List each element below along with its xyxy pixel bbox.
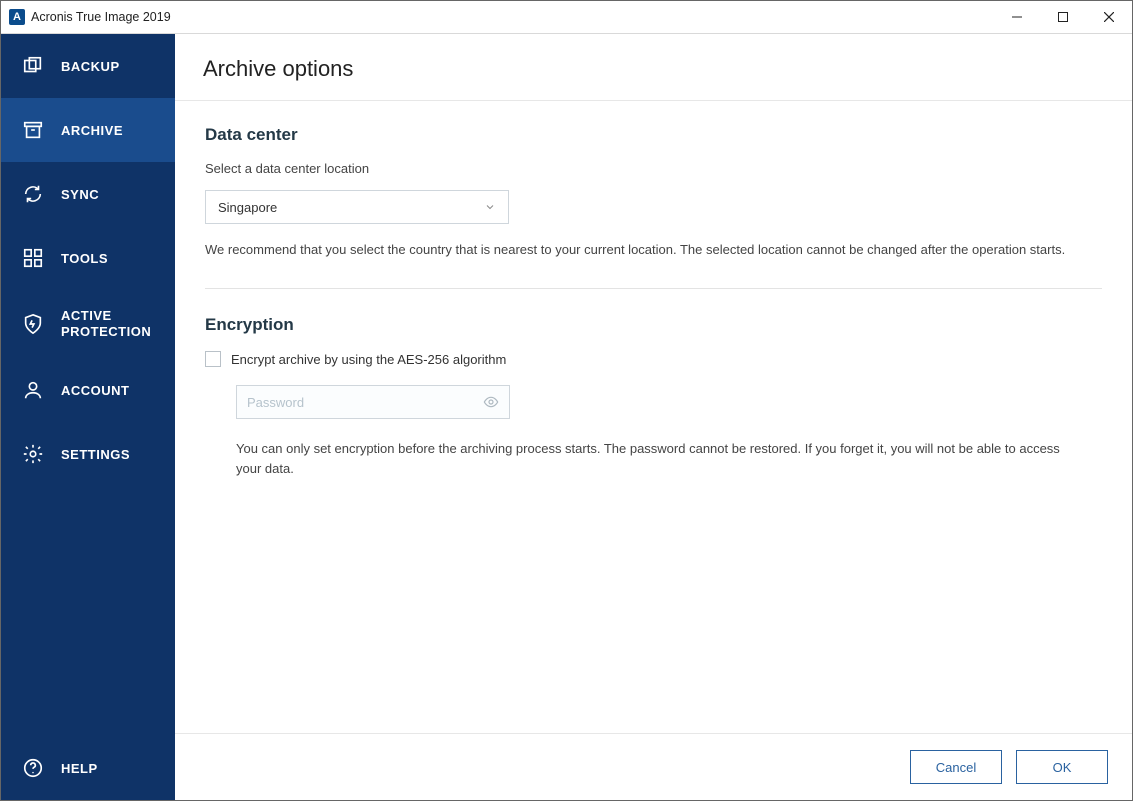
sidebar-item-label: ARCHIVE	[61, 123, 123, 138]
password-wrap: Password	[236, 385, 1102, 419]
sidebar-item-label: TOOLS	[61, 251, 108, 266]
encrypt-checkbox[interactable]	[205, 351, 221, 367]
sidebar-item-backup[interactable]: BACKUP	[1, 34, 175, 98]
main-panel: Archive options Data center Select a dat…	[175, 34, 1132, 800]
body-area: BACKUP ARCHIVE	[1, 34, 1132, 800]
data-center-selected-value: Singapore	[218, 200, 277, 215]
eye-icon[interactable]	[483, 394, 499, 410]
main-header: Archive options	[175, 34, 1132, 101]
maximize-button[interactable]	[1040, 1, 1086, 33]
sidebar-item-settings[interactable]: SETTINGS	[1, 422, 175, 486]
help-icon	[19, 757, 47, 779]
sync-icon	[19, 183, 47, 205]
tools-icon	[19, 247, 47, 269]
cancel-button[interactable]: Cancel	[910, 750, 1002, 784]
sidebar-item-label: SETTINGS	[61, 447, 130, 462]
section-divider	[205, 288, 1102, 289]
sidebar-spacer	[1, 486, 175, 736]
data-center-select[interactable]: Singapore	[205, 190, 509, 224]
sidebar-item-label: SYNC	[61, 187, 99, 202]
gear-icon	[19, 443, 47, 465]
window-title: Acronis True Image 2019	[31, 10, 171, 24]
archive-icon	[19, 119, 47, 141]
page-title: Archive options	[203, 56, 1104, 82]
sidebar-item-label: ACTIVEPROTECTION	[61, 308, 151, 341]
data-center-info: We recommend that you select the country…	[205, 240, 1102, 260]
sidebar-item-label: ACCOUNT	[61, 383, 130, 398]
titlebar-controls	[994, 1, 1132, 33]
titlebar: A Acronis True Image 2019	[1, 1, 1132, 34]
sidebar-item-help[interactable]: HELP	[1, 736, 175, 800]
sidebar-item-active-protection[interactable]: ACTIVEPROTECTION	[1, 290, 175, 358]
main-content: Data center Select a data center locatio…	[175, 101, 1132, 733]
sidebar-item-label: HELP	[61, 761, 98, 776]
data-center-label: Select a data center location	[205, 161, 1102, 176]
shield-icon	[19, 313, 47, 335]
footer: Cancel OK	[175, 733, 1132, 800]
chevron-down-icon	[484, 201, 496, 213]
sidebar-item-archive[interactable]: ARCHIVE	[1, 98, 175, 162]
person-icon	[19, 379, 47, 401]
encrypt-checkbox-label: Encrypt archive by using the AES-256 alg…	[231, 352, 506, 367]
section-data-center-heading: Data center	[205, 125, 1102, 145]
password-placeholder: Password	[247, 395, 304, 410]
close-button[interactable]	[1086, 1, 1132, 33]
password-input[interactable]: Password	[236, 385, 510, 419]
minimize-button[interactable]	[994, 1, 1040, 33]
sidebar-item-tools[interactable]: TOOLS	[1, 226, 175, 290]
ok-button[interactable]: OK	[1016, 750, 1108, 784]
encrypt-checkbox-row[interactable]: Encrypt archive by using the AES-256 alg…	[205, 351, 1102, 367]
app-window: A Acronis True Image 2019	[0, 0, 1133, 801]
encryption-note: You can only set encryption before the a…	[236, 439, 1076, 479]
sidebar-item-sync[interactable]: SYNC	[1, 162, 175, 226]
sidebar-item-account[interactable]: ACCOUNT	[1, 358, 175, 422]
app-icon: A	[9, 9, 25, 25]
backup-icon	[19, 55, 47, 77]
section-encryption-heading: Encryption	[205, 315, 1102, 335]
sidebar: BACKUP ARCHIVE	[1, 34, 175, 800]
sidebar-item-label: BACKUP	[61, 59, 120, 74]
